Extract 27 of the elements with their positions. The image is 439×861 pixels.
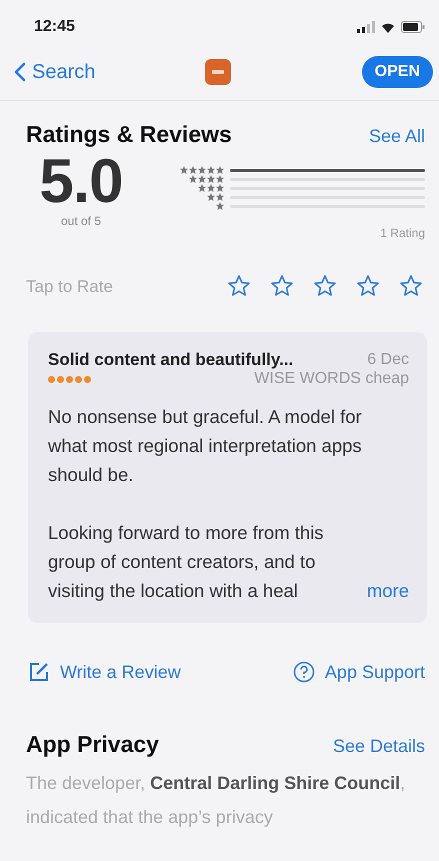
chevron-left-icon bbox=[14, 62, 26, 82]
battery-icon bbox=[401, 21, 425, 33]
more-link[interactable]: more bbox=[366, 576, 409, 605]
rating-score: 5.0 bbox=[39, 150, 123, 214]
review-title: Solid content and beautifully... bbox=[48, 350, 294, 370]
section-title: Ratings & Reviews bbox=[26, 121, 232, 148]
see-all-link[interactable]: See All bbox=[368, 126, 425, 147]
back-button[interactable]: Search bbox=[14, 60, 154, 84]
status-time: 12:45 bbox=[34, 18, 75, 36]
review-text: Looking forward to more from this group of content creators, and to visiting the location with a heal bbox=[48, 521, 325, 603]
action-link[interactable]: Write a Review bbox=[28, 661, 181, 683]
signal-icon bbox=[357, 21, 375, 33]
help-icon bbox=[292, 661, 315, 683]
rating-caption: out of 5 bbox=[60, 214, 102, 228]
review-date: 6 Dec bbox=[367, 351, 409, 369]
app-icon bbox=[204, 59, 231, 85]
section-title: App Privacy bbox=[26, 731, 159, 758]
action-link[interactable]: App Support bbox=[292, 661, 425, 683]
tap-to-rate-label: Tap to Rate bbox=[26, 277, 113, 297]
review-author: WISE WORDS cheap bbox=[254, 370, 409, 388]
compose-icon bbox=[28, 661, 50, 683]
privacy-text: The developer, Central Darling Shire Council, indicated that the app’s privacy bbox=[26, 772, 406, 829]
see-details-link[interactable]: See Details bbox=[332, 736, 425, 757]
rating-count: 1 Rating bbox=[379, 226, 425, 240]
review-text: No nonsense but graceful. A model for what most regional interpretation apps should be. bbox=[48, 405, 363, 487]
open-button[interactable]: OPEN bbox=[362, 56, 433, 88]
wifi-icon bbox=[380, 21, 396, 33]
